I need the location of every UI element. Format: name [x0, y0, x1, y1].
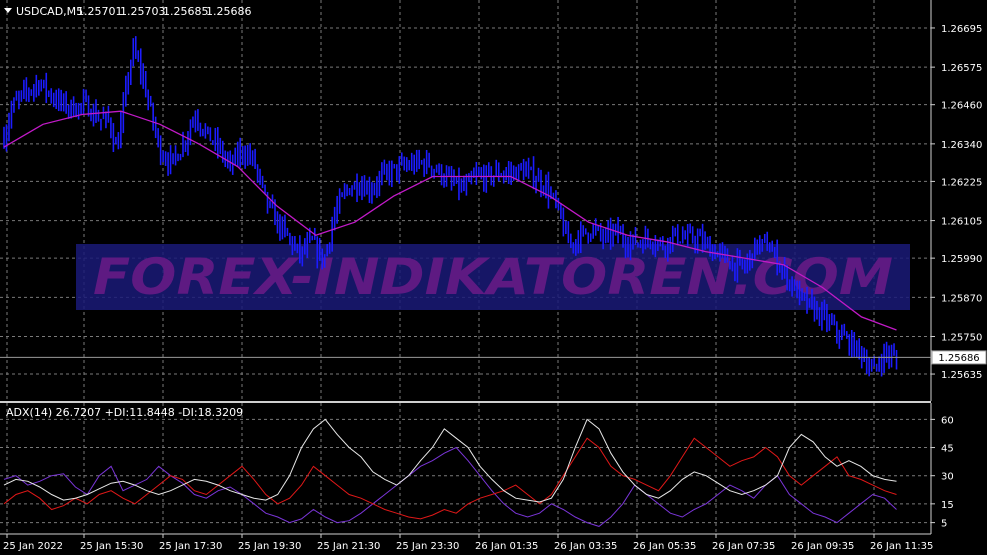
time-tick-label-10: 26 Jan 09:35 — [791, 541, 854, 552]
time-tick-label-5: 25 Jan 23:30 — [396, 541, 459, 552]
indicator-tick-label-3: 15 — [941, 500, 954, 511]
time-tick-label-11: 26 Jan 11:35 — [870, 541, 933, 552]
time-tick-label-0: 25 Jan 2022 — [3, 541, 63, 552]
indicator-tick-label-0: 60 — [941, 415, 954, 426]
time-tick-label-7: 26 Jan 03:35 — [554, 541, 617, 552]
price-tick-label-9: 1.25635 — [941, 370, 982, 381]
price-tick-label-6: 1.25990 — [941, 254, 982, 265]
current-price-label: 1.25686 — [938, 353, 979, 364]
time-tick-label-6: 26 Jan 01:35 — [475, 541, 538, 552]
price-tick-label-2: 1.26460 — [941, 101, 982, 112]
time-tick-label-4: 25 Jan 21:30 — [317, 541, 380, 552]
time-tick-label-3: 25 Jan 19:30 — [238, 541, 301, 552]
price-tick-label-5: 1.26105 — [941, 217, 982, 228]
ohlc-close: 1.25686 — [206, 5, 252, 18]
ohlc-low: 1.25685 — [163, 5, 209, 18]
indicator-tick-label-4: 5 — [941, 519, 947, 530]
time-tick-label-8: 26 Jan 05:35 — [633, 541, 696, 552]
current-price-marker: 1.25686 — [931, 350, 987, 365]
price-tick-label-8: 1.25750 — [941, 332, 982, 343]
watermark-text: FOREX-INDIKATOREN.COM — [93, 248, 893, 306]
time-tick-label-2: 25 Jan 17:30 — [159, 541, 222, 552]
indicator-tick-label-2: 30 — [941, 472, 954, 483]
trading-chart[interactable]: FOREX-INDIKATOREN.COM 1.26695 1.26575 1.26… — [0, 0, 987, 555]
indicator-label: ADX(14) 26.7207 +DI:11.8448 -DI:18.3209 — [6, 406, 243, 419]
price-tick-label-1: 1.26575 — [941, 63, 982, 74]
ohlc-high: 1.25703 — [120, 5, 166, 18]
ohlc-open: 1.25701 — [77, 5, 123, 18]
price-tick-label-3: 1.26340 — [941, 140, 982, 151]
indicator-tick-label-1: 45 — [941, 444, 954, 455]
time-tick-label-9: 26 Jan 07:35 — [712, 541, 775, 552]
price-tick-label-4: 1.26225 — [941, 177, 982, 188]
price-tick-label-0: 1.26695 — [941, 24, 982, 35]
time-tick-label-1: 25 Jan 15:30 — [80, 541, 143, 552]
symbol-label: USDCAD,M5 — [16, 5, 83, 18]
price-tick-label-7: 1.25870 — [941, 293, 982, 304]
